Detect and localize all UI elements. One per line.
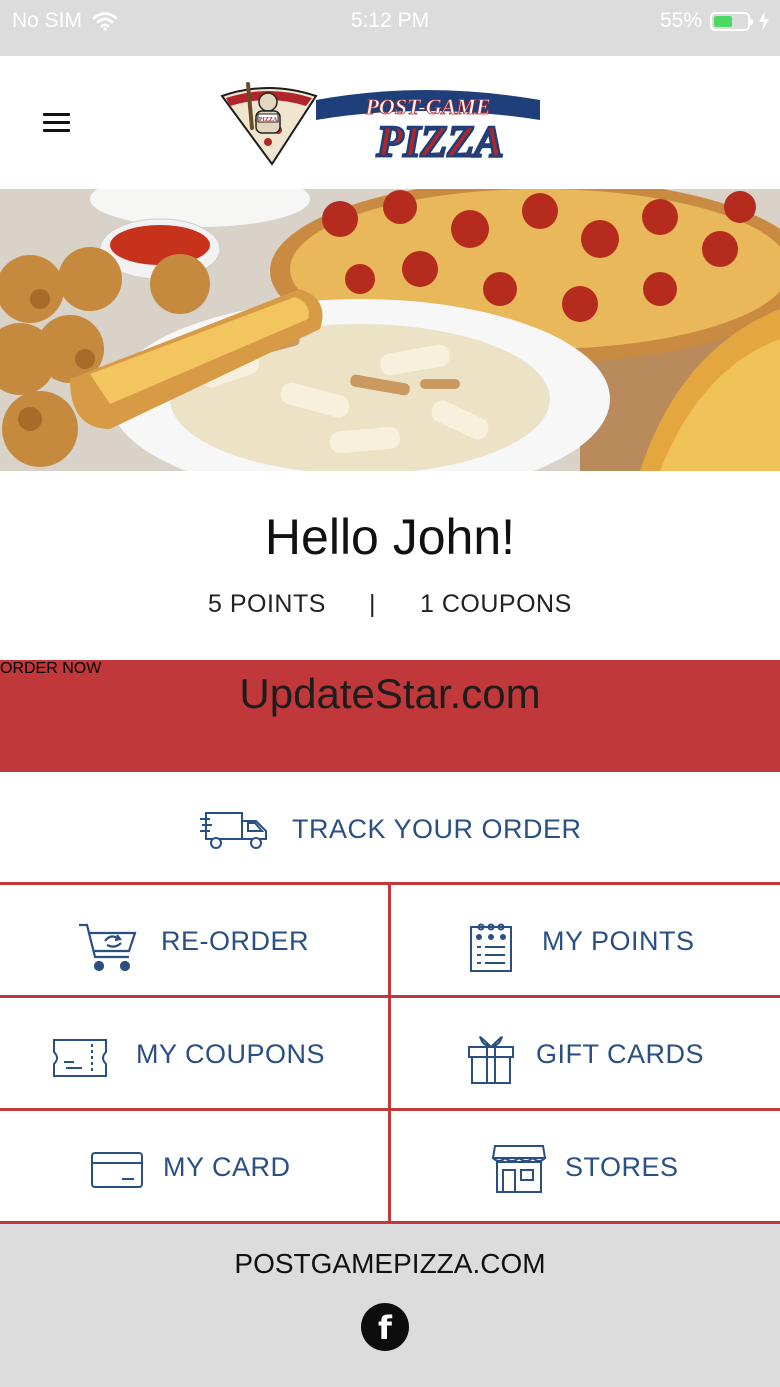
facebook-glyph: f xyxy=(378,1309,392,1347)
gift-icon xyxy=(468,1036,514,1084)
status-bar: No SIM 5:12 PM 55% xyxy=(0,0,780,56)
reorder-button[interactable]: RE-ORDER xyxy=(0,885,388,998)
track-order-label: TRACK YOUR ORDER xyxy=(292,814,582,844)
hamburger-line xyxy=(43,121,70,124)
battery-percent: 55% xyxy=(659,9,702,32)
cart-reorder-icon xyxy=(79,923,137,972)
battery-fill xyxy=(714,15,732,27)
battery-icon xyxy=(710,11,753,31)
my-coupons-button[interactable]: MY COUPONS xyxy=(0,998,388,1111)
post-game-pizza-logo: PIZZA POST-GAME PIZZA xyxy=(220,82,540,166)
facebook-icon[interactable]: f xyxy=(361,1303,409,1351)
my-coupons-label: MY COUPONS xyxy=(136,1039,326,1069)
gift-cards-button[interactable]: GIFT CARDS xyxy=(388,998,780,1111)
stores-button[interactable]: STORES xyxy=(388,1111,780,1224)
watermark-text: UpdateStar.com xyxy=(239,670,541,717)
my-points-label: MY POINTS xyxy=(542,926,695,956)
battery-group: 55% xyxy=(660,9,770,33)
delivery-truck-icon xyxy=(200,812,267,849)
greeting-title: Hello John! xyxy=(264,509,516,565)
logo-text-line2: PIZZA xyxy=(375,117,503,166)
menu-grid: RE-ORDER MY POINTS MY COUPONS GIFT CARDS… xyxy=(0,882,780,1224)
my-card-button[interactable]: MY CARD xyxy=(0,1111,388,1224)
my-card-label: MY CARD xyxy=(163,1152,291,1182)
points-count: 5 POINTS xyxy=(208,590,326,618)
hamburger-line xyxy=(43,129,70,132)
coupon-ticket-icon xyxy=(53,1039,107,1077)
my-points-button[interactable]: MY POINTS xyxy=(388,885,780,998)
coupons-count: 1 COUPONS xyxy=(420,590,572,618)
logo-text-line1: POST-GAME xyxy=(364,94,490,119)
app-header: PIZZA POST-GAME PIZZA xyxy=(0,56,780,189)
hamburger-line xyxy=(43,113,70,116)
hamburger-menu-icon[interactable] xyxy=(43,113,70,133)
charging-bolt-icon xyxy=(759,11,769,31)
footer: POSTGAMEPIZZA.COM f xyxy=(0,1224,780,1387)
hero-food-image xyxy=(0,189,780,471)
track-order-button[interactable]: TRACK YOUR ORDER xyxy=(0,772,780,882)
gift-cards-label: GIFT CARDS xyxy=(536,1039,705,1069)
points-list-icon xyxy=(470,923,512,972)
store-icon xyxy=(491,1145,547,1193)
logo-badge-text: PIZZA xyxy=(259,117,278,123)
credit-card-icon xyxy=(91,1152,143,1188)
website-link[interactable]: POSTGAMEPIZZA.COM xyxy=(0,1248,780,1280)
reorder-label: RE-ORDER xyxy=(161,926,310,956)
stores-label: STORES xyxy=(565,1152,679,1182)
stats-separator: | xyxy=(369,590,376,618)
